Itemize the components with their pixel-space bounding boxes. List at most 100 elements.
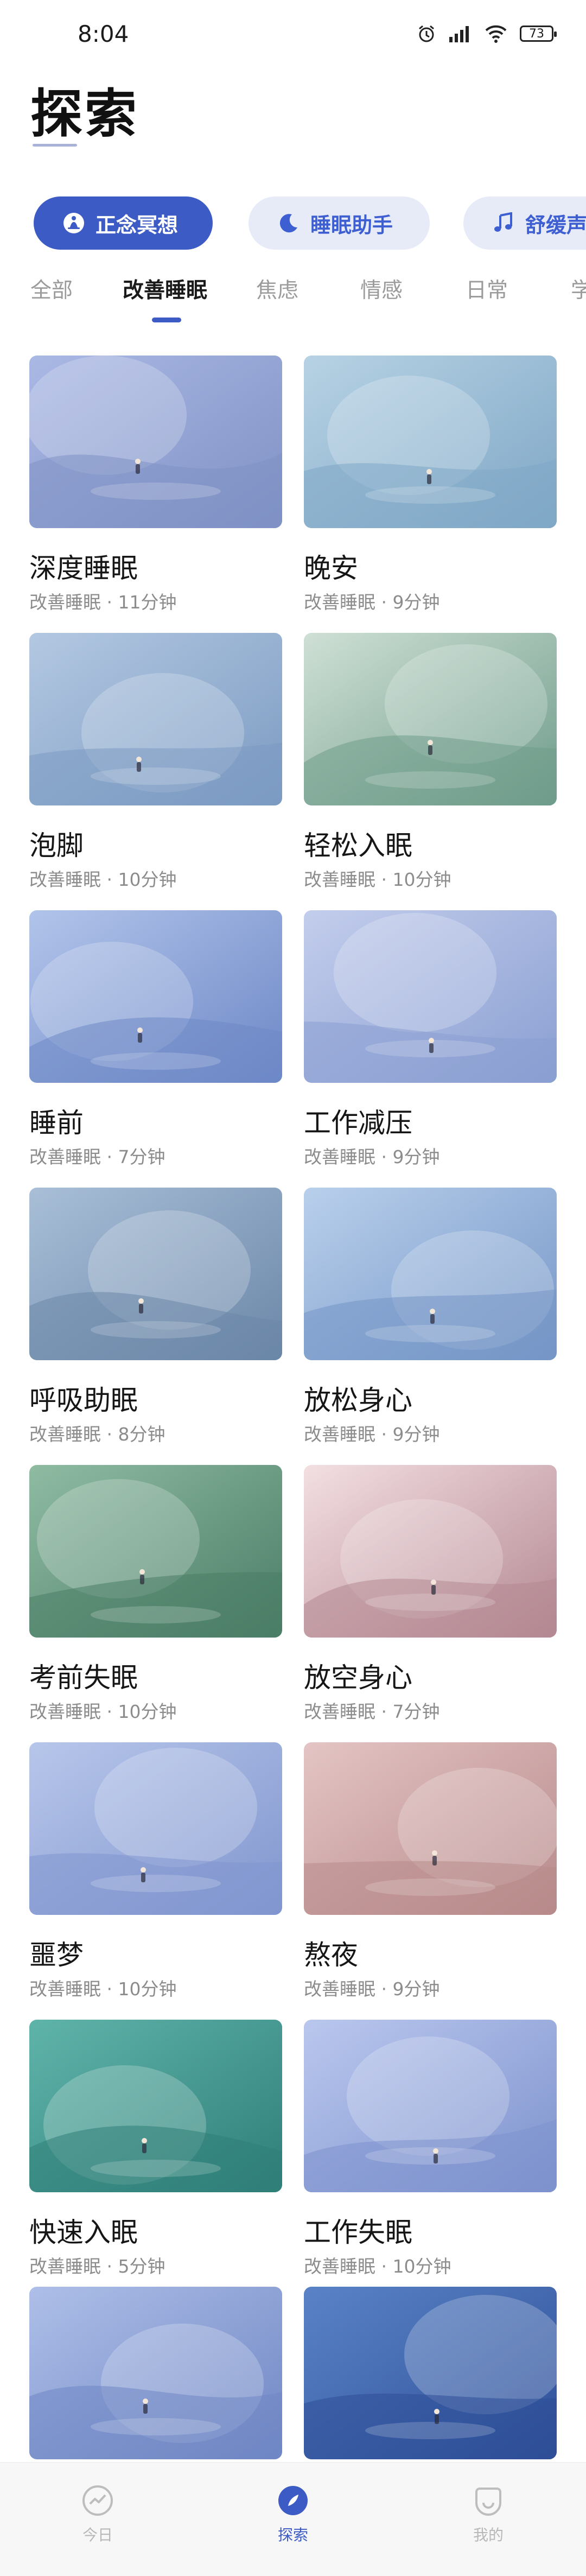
trend-icon <box>82 2485 113 2516</box>
session-thumbnail <box>29 2287 282 2459</box>
session-meta: 改善睡眠 · 10分钟 <box>304 869 451 890</box>
signal-icon <box>449 26 469 42</box>
tab-anxiety[interactable]: 焦虑 <box>256 274 298 304</box>
session-thumbnail <box>29 2020 282 2192</box>
session-title: 噩梦 <box>29 1939 84 1971</box>
session-meta: 改善睡眠 · 9分钟 <box>304 592 440 613</box>
session-card[interactable]: 放松身心 改善睡眠 · 9分钟 <box>304 1188 557 1445</box>
session-thumbnail <box>304 1742 557 1915</box>
tab-all[interactable]: 全部 <box>30 274 73 304</box>
session-card[interactable] <box>304 2287 557 2459</box>
session-card[interactable]: 工作失眠 改善睡眠 · 10分钟 <box>304 2020 557 2277</box>
thumbnail-art <box>304 2287 557 2459</box>
session-thumbnail <box>304 2020 557 2192</box>
session-meta: 改善睡眠 · 9分钟 <box>304 1424 440 1445</box>
session-card[interactable]: 深度睡眠 改善睡眠 · 11分钟 <box>29 356 282 613</box>
session-card[interactable]: 熬夜 改善睡眠 · 9分钟 <box>304 1742 557 2000</box>
music-note-icon <box>494 212 512 232</box>
session-meta: 改善睡眠 · 7分钟 <box>29 1146 165 1168</box>
session-thumbnail <box>304 1188 557 1360</box>
thumbnail-art <box>29 633 282 805</box>
thumbnail-art <box>29 1465 282 1638</box>
nav-label: 今日 <box>82 2526 113 2544</box>
session-meta: 改善睡眠 · 7分钟 <box>304 1701 440 1722</box>
session-thumbnail <box>29 1188 282 1360</box>
battery-icon: 73 <box>520 26 557 42</box>
session-thumbnail <box>304 910 557 1083</box>
chip-sleep-assistant[interactable]: 睡眠助手 <box>249 196 430 250</box>
session-card[interactable]: 呼吸助眠 改善睡眠 · 8分钟 <box>29 1188 282 1445</box>
session-thumbnail <box>29 633 282 805</box>
status-icons: 73 <box>417 24 557 43</box>
thumbnail-art <box>29 356 282 528</box>
session-thumbnail <box>304 1465 557 1638</box>
meditation-icon <box>63 213 84 233</box>
tab-improve-sleep[interactable]: 改善睡眠 <box>123 274 207 304</box>
session-title: 呼吸助眠 <box>29 1385 138 1416</box>
session-card[interactable]: 噩梦 改善睡眠 · 10分钟 <box>29 1742 282 2000</box>
session-card[interactable]: 轻松入眠 改善睡眠 · 10分钟 <box>304 633 557 890</box>
chip-label: 睡眠助手 <box>310 213 393 237</box>
session-thumbnail <box>304 633 557 805</box>
tab-emotion[interactable]: 情感 <box>360 274 403 304</box>
session-title: 晚安 <box>304 553 358 584</box>
session-card[interactable] <box>29 2287 282 2459</box>
session-meta: 改善睡眠 · 9分钟 <box>304 1146 440 1168</box>
session-meta: 改善睡眠 · 10分钟 <box>29 1701 177 1722</box>
thumbnail-art <box>304 1742 557 1915</box>
wifi-icon <box>485 25 507 43</box>
session-meta: 改善睡眠 · 10分钟 <box>29 1978 177 2000</box>
session-meta: 改善睡眠 · 11分钟 <box>29 592 177 613</box>
thumbnail-art <box>304 356 557 528</box>
nav-explore[interactable]: 探索 <box>239 2484 347 2545</box>
nav-label: 我的 <box>473 2526 504 2544</box>
tab-study[interactable]: 学 <box>571 274 586 304</box>
thumbnail-art <box>29 2020 282 2192</box>
session-title: 工作减压 <box>304 1107 412 1139</box>
chip-label: 正念冥想 <box>95 213 179 237</box>
session-thumbnail <box>29 356 282 528</box>
moon-icon <box>279 214 297 233</box>
session-title: 放空身心 <box>304 1662 412 1693</box>
session-thumbnail <box>304 356 557 528</box>
session-title: 轻松入眠 <box>304 830 412 861</box>
bottom-nav: 今日 探索 我的 <box>0 2462 586 2576</box>
compass-leaf-icon <box>278 2486 308 2515</box>
session-title: 快速入眠 <box>29 2217 138 2248</box>
chip-mindfulness[interactable]: 正念冥想 <box>34 196 213 250</box>
nav-label: 探索 <box>277 2526 308 2544</box>
nav-today[interactable]: 今日 <box>43 2484 152 2545</box>
session-meta: 改善睡眠 · 10分钟 <box>304 2256 451 2277</box>
thumbnail-art <box>29 910 282 1083</box>
session-thumbnail <box>304 2287 557 2459</box>
thumbnail-art <box>304 1465 557 1638</box>
session-card[interactable]: 睡前 改善睡眠 · 7分钟 <box>29 910 282 1168</box>
session-meta: 改善睡眠 · 9分钟 <box>304 1978 440 2000</box>
session-title: 考前失眠 <box>29 1662 138 1693</box>
session-meta: 改善睡眠 · 8分钟 <box>29 1424 165 1445</box>
session-card[interactable]: 快速入眠 改善睡眠 · 5分钟 <box>29 2020 282 2277</box>
chip-soothing-sound[interactable]: 舒缓声 <box>463 196 586 250</box>
tab-daily[interactable]: 日常 <box>466 274 508 304</box>
category-chips: 正念冥想 睡眠助手 舒缓声 <box>34 196 586 250</box>
session-card[interactable]: 放空身心 改善睡眠 · 7分钟 <box>304 1465 557 1722</box>
page-title: 探索 <box>30 84 139 144</box>
session-thumbnail <box>29 1465 282 1638</box>
session-title: 深度睡眠 <box>29 553 138 584</box>
chip-label: 舒缓声 <box>525 213 586 237</box>
thumbnail-art <box>29 2287 282 2459</box>
session-card[interactable]: 考前失眠 改善睡眠 · 10分钟 <box>29 1465 282 1722</box>
thumbnail-art <box>304 633 557 805</box>
title-underline <box>33 144 77 147</box>
session-title: 泡脚 <box>29 830 84 861</box>
session-card[interactable]: 泡脚 改善睡眠 · 10分钟 <box>29 633 282 890</box>
active-tab-indicator <box>152 318 181 322</box>
session-title: 熬夜 <box>304 1939 358 1971</box>
nav-mine[interactable]: 我的 <box>434 2484 543 2545</box>
thumbnail-art <box>29 1188 282 1360</box>
session-title: 放松身心 <box>304 1385 412 1416</box>
session-card[interactable]: 工作减压 改善睡眠 · 9分钟 <box>304 910 557 1168</box>
session-card[interactable]: 晚安 改善睡眠 · 9分钟 <box>304 356 557 613</box>
thumbnail-art <box>304 910 557 1083</box>
session-thumbnail <box>29 1742 282 1915</box>
